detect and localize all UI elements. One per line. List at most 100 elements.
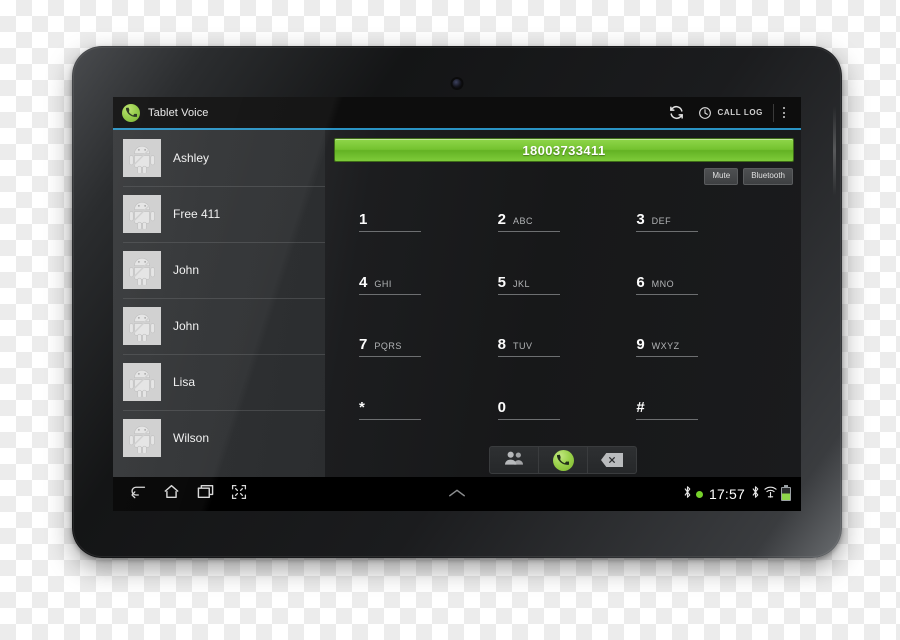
- contact-name: Free 411: [173, 207, 221, 221]
- back-icon: [129, 484, 146, 504]
- dialpad: 1 2 ABC 3 DEF 4 GHI 5 JKL 6 MNO 7 PQRS 8…: [325, 185, 801, 443]
- key-digit: 2: [497, 211, 506, 229]
- phone-handset-icon: [552, 449, 574, 471]
- front-camera-lens: [452, 79, 462, 88]
- refresh-icon: [669, 105, 684, 120]
- overflow-menu-button[interactable]: [777, 97, 793, 129]
- contact-name: Ashley: [173, 151, 210, 165]
- dialpad-key-star[interactable]: *: [359, 379, 498, 442]
- call-button[interactable]: [538, 447, 587, 473]
- list-item[interactable]: Wilson: [113, 410, 325, 466]
- screenshot-icon: [231, 484, 247, 505]
- android-robot-avatar-icon: [123, 139, 161, 177]
- key-digit: 3: [636, 211, 645, 229]
- key-digit: 9: [636, 336, 645, 354]
- list-item[interactable]: Lisa: [113, 354, 325, 410]
- overflow-menu-icon: [783, 106, 785, 119]
- recent-apps-icon: [197, 484, 214, 504]
- phone-handset-icon: [122, 103, 140, 122]
- key-letters: PQRS: [374, 341, 402, 352]
- key-letters: GHI: [374, 278, 392, 289]
- back-button[interactable]: [127, 484, 147, 504]
- action-bar-divider: [773, 103, 774, 122]
- status-clock: 17:57: [708, 486, 745, 502]
- key-digit: *: [359, 398, 365, 416]
- key-digit: 0: [497, 398, 506, 416]
- key-digit: 8: [497, 336, 506, 354]
- nav-buttons: [127, 484, 249, 504]
- contact-name: John: [173, 319, 200, 333]
- dialpad-key-hash[interactable]: #: [636, 379, 775, 442]
- dialed-number-text: 18003733411: [522, 142, 606, 158]
- dialpad-key-5[interactable]: 5 JKL: [497, 254, 637, 317]
- system-navigation-bar: 17:57: [113, 477, 801, 511]
- key-digit: 5: [497, 273, 506, 291]
- dialer-action-bar: [325, 443, 801, 477]
- status-icons[interactable]: 17:57: [683, 485, 791, 504]
- dialpad-key-4[interactable]: 4 GHI: [359, 254, 498, 317]
- backspace-icon: [601, 453, 623, 467]
- key-digit: 7: [359, 336, 368, 354]
- contact-name: Wilson: [173, 431, 210, 445]
- android-robot-avatar-icon: [123, 419, 161, 457]
- contact-name: Lisa: [173, 375, 196, 389]
- recent-apps-button[interactable]: [195, 484, 215, 504]
- page-background: Tablet Voice CALL LOG Ashley Free 411 Jo…: [0, 0, 900, 640]
- key-letters: DEF: [651, 216, 672, 227]
- refresh-button[interactable]: [662, 97, 691, 129]
- clock-icon: [698, 106, 712, 120]
- android-robot-avatar-icon: [123, 195, 161, 233]
- app-action-bar: Tablet Voice CALL LOG: [113, 97, 801, 130]
- tablet-device-frame: Tablet Voice CALL LOG Ashley Free 411 Jo…: [72, 46, 842, 558]
- people-icon: [504, 450, 524, 471]
- key-letters: TUV: [513, 341, 533, 352]
- bezel-highlight: [833, 106, 836, 196]
- call-log-button[interactable]: CALL LOG: [691, 97, 770, 129]
- list-item[interactable]: John: [113, 298, 325, 354]
- key-digit: 1: [359, 211, 368, 229]
- home-button[interactable]: [161, 484, 181, 504]
- dialpad-key-9[interactable]: 9 WXYZ: [636, 316, 775, 379]
- mute-button[interactable]: Mute: [704, 168, 739, 185]
- contacts-list[interactable]: Ashley Free 411 John John Lisa Wilson: [113, 130, 325, 477]
- tablet-screen: Tablet Voice CALL LOG Ashley Free 411 Jo…: [113, 97, 801, 511]
- bluetooth-icon: [751, 485, 760, 504]
- dialpad-key-6[interactable]: 6 MNO: [636, 254, 775, 317]
- call-log-label: CALL LOG: [717, 108, 763, 117]
- green-status-dot: [695, 490, 703, 498]
- contacts-button[interactable]: [490, 447, 538, 473]
- list-item[interactable]: John: [113, 242, 325, 298]
- key-letters: WXYZ: [651, 341, 680, 352]
- backspace-button[interactable]: [587, 447, 636, 473]
- contact-name: John: [173, 263, 200, 277]
- key-letters: MNO: [651, 278, 675, 289]
- dialpad-key-2[interactable]: 2 ABC: [497, 191, 637, 254]
- home-icon: [163, 484, 180, 504]
- dialer-panel: 18003733411 Mute Bluetooth 1 2 ABC 3 DEF…: [325, 130, 801, 477]
- list-item[interactable]: Free 411: [113, 186, 325, 242]
- list-item[interactable]: Ashley: [113, 130, 325, 186]
- key-digit: #: [636, 398, 645, 416]
- app-body: Ashley Free 411 John John Lisa Wilson 18…: [113, 130, 801, 477]
- key-letters: JKL: [513, 278, 531, 289]
- key-letters: ABC: [513, 216, 534, 227]
- android-robot-avatar-icon: [123, 363, 161, 401]
- key-digit: 4: [359, 273, 368, 291]
- dialpad-key-0[interactable]: 0: [497, 379, 637, 442]
- notification-handle[interactable]: [448, 485, 466, 503]
- dialpad-key-7[interactable]: 7 PQRS: [359, 316, 498, 379]
- bluetooth-button[interactable]: Bluetooth: [743, 168, 793, 185]
- dialpad-key-8[interactable]: 8 TUV: [497, 316, 637, 379]
- chevron-up-icon: [448, 485, 466, 503]
- screenshot-button[interactable]: [229, 484, 249, 504]
- dialpad-key-1[interactable]: 1: [359, 191, 498, 254]
- dialpad-key-3[interactable]: 3 DEF: [636, 191, 775, 254]
- bluetooth-icon: [683, 485, 692, 504]
- dialed-number-field[interactable]: 18003733411: [334, 138, 794, 162]
- key-digit: 6: [636, 273, 645, 291]
- battery-icon: [781, 485, 791, 501]
- call-toggles: Mute Bluetooth: [325, 162, 801, 185]
- app-title: Tablet Voice: [148, 106, 209, 119]
- android-robot-avatar-icon: [123, 251, 161, 289]
- wifi-icon: [764, 485, 777, 503]
